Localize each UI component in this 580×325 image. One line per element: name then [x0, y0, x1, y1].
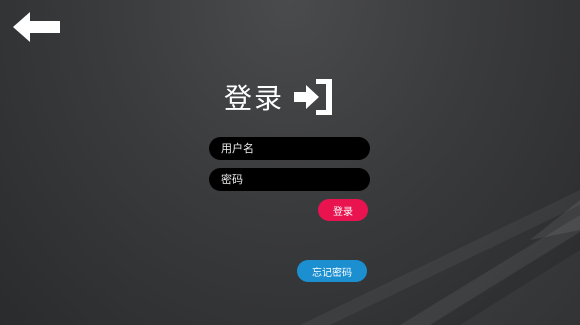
password-input[interactable]: [209, 168, 370, 191]
background-decoration: [300, 190, 580, 325]
back-button[interactable]: [13, 12, 61, 42]
login-button[interactable]: 登录: [318, 199, 368, 221]
arrow-left-icon: [13, 12, 60, 42]
login-header: 登录: [0, 73, 580, 121]
username-input[interactable]: [209, 137, 370, 160]
page-title: 登录: [223, 82, 284, 115]
forgot-password-button[interactable]: 忘记密码: [297, 260, 367, 282]
sign-in-icon: [294, 79, 332, 115]
